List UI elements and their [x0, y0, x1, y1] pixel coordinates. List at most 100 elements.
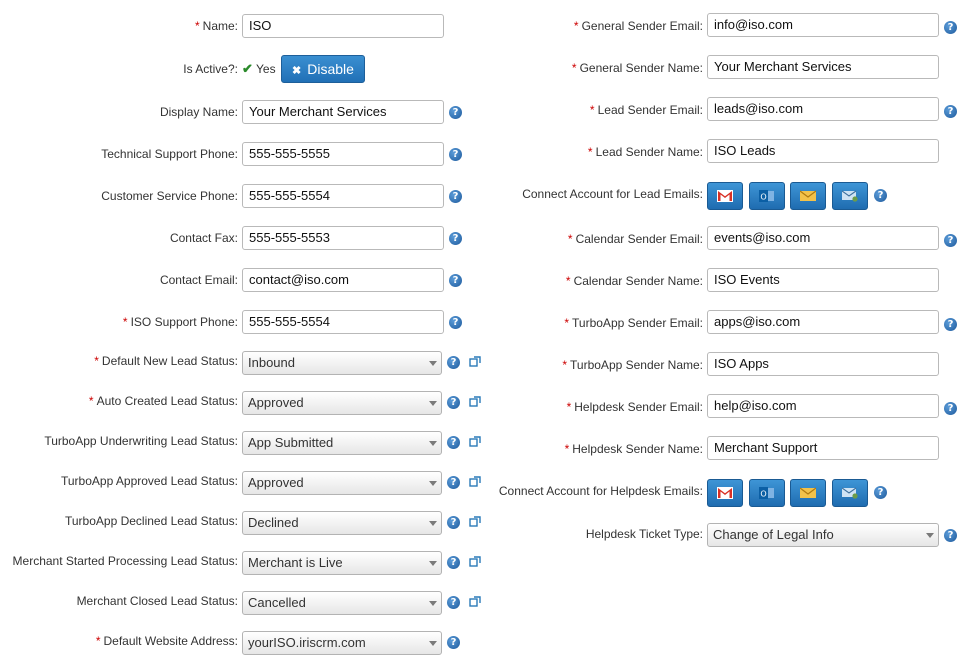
help-icon[interactable]: ? — [449, 316, 462, 329]
chevron-down-icon — [429, 481, 437, 486]
help-icon[interactable]: ? — [944, 529, 957, 542]
help-icon[interactable]: ? — [447, 396, 460, 409]
help-icon[interactable]: ? — [447, 636, 460, 649]
mail-settings-icon — [842, 487, 858, 499]
lead-name-input[interactable]: ISO Leads — [707, 139, 939, 163]
ta-email-input[interactable]: apps@iso.com — [707, 310, 939, 334]
chevron-down-icon — [429, 441, 437, 446]
help-icon[interactable]: ? — [944, 402, 957, 415]
help-icon[interactable]: ? — [944, 21, 957, 34]
external-link-icon[interactable] — [469, 516, 481, 528]
cal-name-input[interactable]: ISO Events — [707, 268, 939, 292]
mail-settings-icon — [842, 190, 858, 202]
help-icon[interactable]: ? — [449, 190, 462, 203]
cal-email-input[interactable]: events@iso.com — [707, 226, 939, 250]
help-icon[interactable]: ? — [447, 556, 460, 569]
external-link-icon[interactable] — [469, 476, 481, 488]
hd-name-input[interactable]: Merchant Support — [707, 436, 939, 460]
default-new-label: * Default New Lead Status: — [94, 354, 238, 368]
gen-name-input[interactable]: Your Merchant Services — [707, 55, 939, 79]
fax-label: Contact Fax: — [169, 231, 238, 245]
svg-text:O: O — [760, 193, 766, 202]
uw-select[interactable]: App Submitted — [242, 431, 442, 455]
ticket-type-label: Helpdesk Ticket Type: — [585, 527, 703, 541]
default-new-select[interactable]: Inbound — [242, 351, 442, 375]
tech-phone-input[interactable]: 555-555-5555 — [242, 142, 444, 166]
help-icon[interactable]: ? — [944, 105, 957, 118]
uw-label: TurboApp Underwriting Lead Status: — [44, 434, 238, 448]
ticket-type-select[interactable]: Change of Legal Info — [707, 523, 939, 547]
contact-email-input[interactable]: contact@iso.com — [242, 268, 444, 292]
external-link-icon[interactable] — [469, 556, 481, 568]
approved-select[interactable]: Approved — [242, 471, 442, 495]
outlook-icon: O — [759, 487, 774, 499]
outlook-button[interactable]: O — [749, 182, 785, 210]
external-link-icon[interactable] — [469, 356, 481, 368]
lead-email-input[interactable]: leads@iso.com — [707, 97, 939, 121]
help-icon[interactable]: ? — [944, 234, 957, 247]
website-select[interactable]: yourISO.iriscrm.com — [242, 631, 442, 655]
disable-button[interactable]: ✖ Disable — [281, 55, 365, 83]
cal-email-label: * Calendar Sender Email: — [567, 232, 703, 246]
help-icon[interactable]: ? — [944, 318, 957, 331]
help-icon[interactable]: ? — [447, 356, 460, 369]
name-label: * Name: — [194, 19, 238, 33]
help-icon[interactable]: ? — [447, 596, 460, 609]
help-icon[interactable]: ? — [874, 189, 887, 202]
gmail-icon — [717, 190, 733, 202]
gmail-button[interactable] — [707, 479, 743, 507]
ta-name-label: * TurboApp Sender Name: — [562, 358, 703, 372]
gmail-icon — [717, 487, 733, 499]
display-name-label: Display Name: — [159, 105, 238, 119]
started-label: Merchant Started Processing Lead Status: — [12, 554, 238, 568]
outlook-button[interactable]: O — [749, 479, 785, 507]
chevron-down-icon — [429, 641, 437, 646]
gmail-button[interactable] — [707, 182, 743, 210]
cal-name-label: * Calendar Sender Name: — [565, 274, 703, 288]
gen-email-input[interactable]: info@iso.com — [707, 13, 939, 37]
lead-name-label: * Lead Sender Name: — [587, 145, 703, 159]
lead-email-label: * Lead Sender Email: — [589, 103, 703, 117]
help-icon[interactable]: ? — [449, 232, 462, 245]
closed-select[interactable]: Cancelled — [242, 591, 442, 615]
help-icon[interactable]: ? — [447, 436, 460, 449]
external-link-icon[interactable] — [469, 396, 481, 408]
closed-label: Merchant Closed Lead Status: — [76, 594, 238, 608]
chevron-down-icon — [429, 601, 437, 606]
help-icon[interactable]: ? — [449, 148, 462, 161]
help-icon[interactable]: ? — [874, 486, 887, 499]
cs-phone-label: Customer Service Phone: — [101, 189, 238, 203]
auto-created-select[interactable]: Approved — [242, 391, 442, 415]
imap-button[interactable] — [832, 479, 868, 507]
is-active-label: Is Active?: — [183, 62, 238, 76]
connect-lead-label: Connect Account for Lead Emails: — [522, 187, 703, 201]
display-name-input[interactable]: Your Merchant Services — [242, 100, 444, 124]
email-label: Contact Email: — [159, 273, 238, 287]
ta-name-input[interactable]: ISO Apps — [707, 352, 939, 376]
started-select[interactable]: Merchant is Live — [242, 551, 442, 575]
envelope-icon — [800, 487, 816, 498]
help-icon[interactable]: ? — [449, 106, 462, 119]
external-link-icon[interactable] — [469, 596, 481, 608]
website-label: * Default Website Address: — [95, 634, 238, 648]
chevron-down-icon — [429, 561, 437, 566]
mail-button[interactable] — [790, 479, 826, 507]
iso-phone-input[interactable]: 555-555-5554 — [242, 310, 444, 334]
imap-button[interactable] — [832, 182, 868, 210]
fax-input[interactable]: 555-555-5553 — [242, 226, 444, 250]
mail-button[interactable] — [790, 182, 826, 210]
name-input[interactable]: ISO — [242, 14, 444, 38]
chevron-down-icon — [926, 533, 934, 538]
hd-email-input[interactable]: help@iso.com — [707, 394, 939, 418]
help-icon[interactable]: ? — [447, 476, 460, 489]
help-icon[interactable]: ? — [449, 274, 462, 287]
chevron-down-icon — [429, 521, 437, 526]
external-link-icon[interactable] — [469, 436, 481, 448]
outlook-icon: O — [759, 190, 774, 202]
help-icon[interactable]: ? — [447, 516, 460, 529]
check-icon: ✔ — [242, 61, 253, 76]
iso-phone-label: * ISO Support Phone: — [122, 315, 238, 329]
declined-select[interactable]: Declined — [242, 511, 442, 535]
cs-phone-input[interactable]: 555-555-5554 — [242, 184, 444, 208]
chevron-down-icon — [429, 401, 437, 406]
